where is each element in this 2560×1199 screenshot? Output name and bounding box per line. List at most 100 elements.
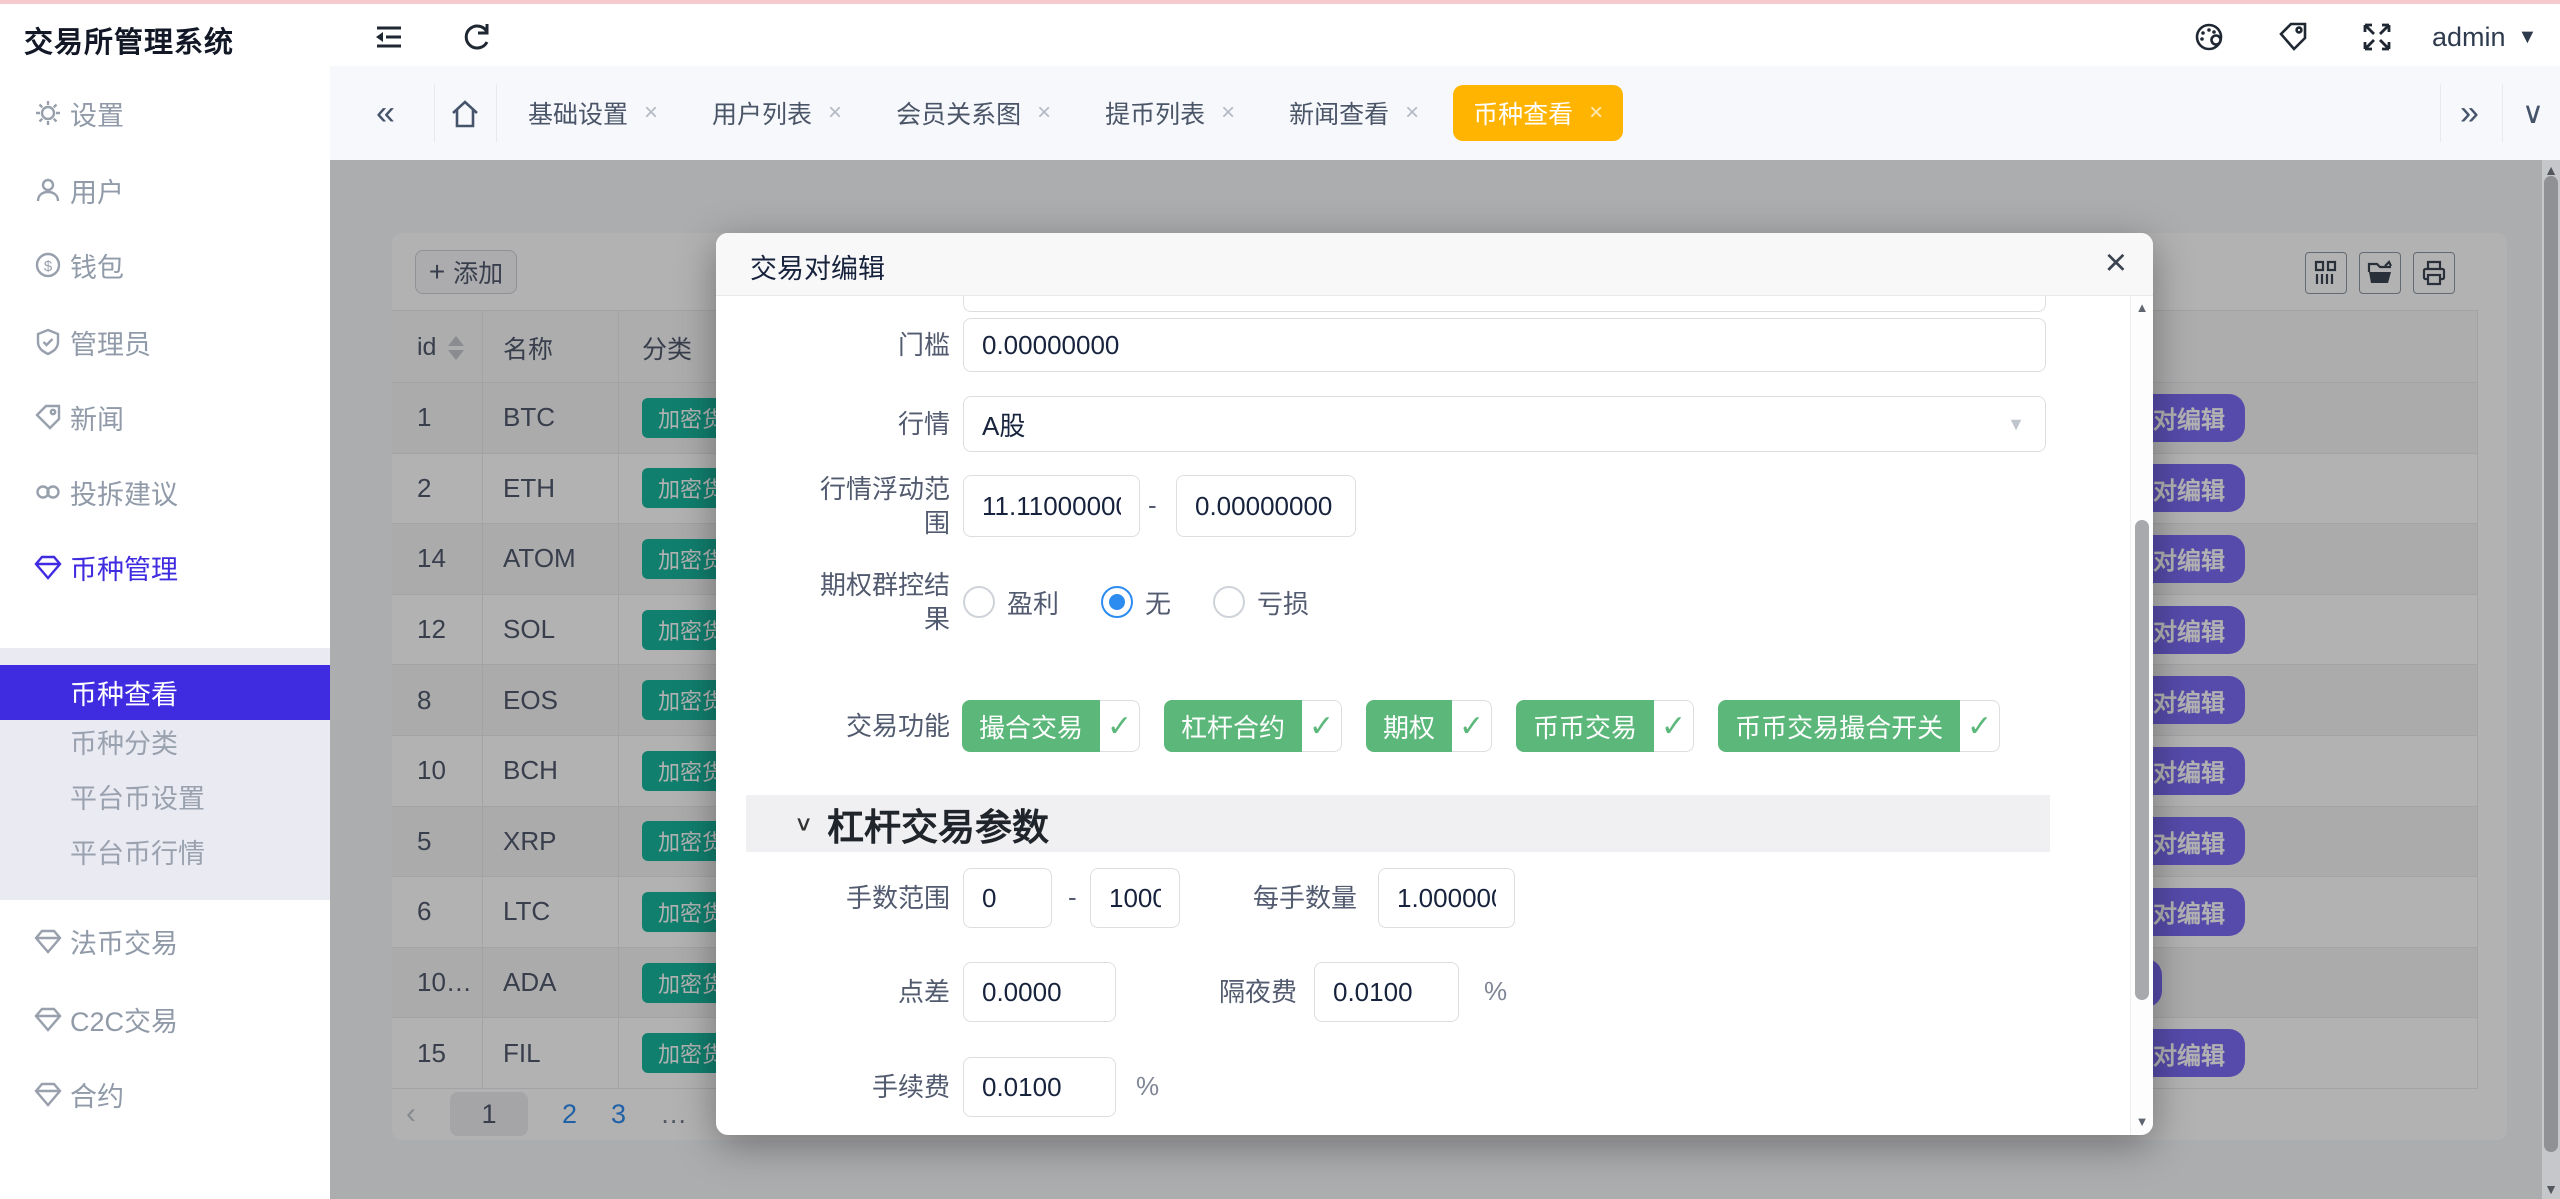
radio-circle [1101, 586, 1133, 618]
sidebar-item-8[interactable]: C2C交易 [0, 990, 330, 1048]
feature-toggle-3[interactable]: 币币交易 ✓ [1516, 700, 1694, 752]
field-label-lots-range: 手数范围 [810, 881, 950, 915]
float-range-max-input[interactable] [1176, 475, 1356, 537]
sidebar-subitem-1[interactable]: 币种分类 [0, 714, 330, 769]
refresh-icon[interactable] [460, 20, 494, 54]
tag-icon[interactable] [2276, 20, 2310, 54]
home-icon[interactable] [448, 97, 482, 131]
tab-4[interactable]: 新闻查看 × [1269, 85, 1439, 141]
check-icon: ✓ [1100, 700, 1140, 752]
field-label-fee: 手续费 [810, 1070, 950, 1104]
dialog-scrollbar[interactable]: ▲ ▼ [2130, 296, 2153, 1135]
fee-input[interactable] [963, 1057, 1116, 1117]
fullscreen-icon[interactable] [2360, 20, 2394, 54]
diamond-icon [32, 925, 64, 957]
trading-pair-edit-dialog: 交易对编辑 × 门槛 行情 A股 ▼ 行情浮动范围 - 期权群控结果 盈利 [716, 233, 2153, 1135]
threshold-input[interactable] [963, 318, 2046, 372]
tabs-row: 基础设置 × 用户列表 × 会员关系图 × 提币列表 × 新闻查看 × 币种查看… [508, 66, 1623, 160]
market-select-value: A股 [982, 406, 1025, 443]
dialog-scrollbar-thumb[interactable] [2135, 520, 2149, 1000]
scroll-down-icon[interactable]: ▼ [2542, 1181, 2560, 1197]
app-title: 交易所管理系统 [24, 19, 234, 61]
close-icon[interactable]: × [644, 99, 658, 127]
tag-icon [32, 401, 64, 433]
sidebar-item-4[interactable]: 新闻 [0, 388, 330, 446]
sidebar-item-2[interactable]: $ 钱包 [0, 236, 330, 294]
field-label-float-range: 行情浮动范围 [810, 472, 950, 540]
range-dash: - [1148, 490, 1157, 521]
menu-collapse-icon[interactable] [372, 20, 406, 54]
radio-option-2[interactable]: 亏损 [1213, 584, 1309, 621]
tabs-menu-icon[interactable]: ∨ [2522, 66, 2544, 160]
tabs-scroll-left-icon[interactable]: « [376, 66, 395, 160]
feature-toggle-0[interactable]: 撮合交易 ✓ [962, 700, 1140, 752]
close-icon[interactable]: × [1405, 99, 1419, 127]
tab-1[interactable]: 用户列表 × [692, 85, 862, 141]
market-select[interactable]: A股 ▼ [963, 396, 2046, 452]
range-dash: - [1068, 882, 1077, 913]
percent-unit: % [1484, 976, 1507, 1007]
spread-input[interactable] [963, 962, 1116, 1022]
chevron-down-icon: ∨ [794, 811, 813, 836]
lots-max-input[interactable] [1090, 868, 1180, 928]
app-root: 交易所管理系统 [0, 0, 2560, 1199]
feature-toggles: 撮合交易 ✓ 杠杆合约 ✓ 期权 ✓ 币币交易 ✓ 币币交易撮合开关 ✓ [962, 700, 2000, 752]
sidebar-subitem-0[interactable]: 币种查看 [0, 665, 330, 720]
field-label-threshold: 门槛 [810, 328, 950, 362]
float-range-min-input[interactable] [963, 475, 1140, 537]
check-icon: ✓ [1452, 700, 1492, 752]
feature-toggle-1[interactable]: 杠杆合约 ✓ [1164, 700, 1342, 752]
lots-min-input[interactable] [963, 868, 1052, 928]
admin-username: admin [2432, 22, 2506, 53]
sidebar-submenu: 币种查看 币种分类 平台币设置 平台币行情 [0, 648, 330, 900]
tabs-scroll-right-icon[interactable]: » [2460, 66, 2479, 160]
close-icon[interactable]: × [1221, 99, 1235, 127]
truncated-input[interactable] [963, 296, 2046, 312]
close-icon[interactable]: × [1589, 99, 1603, 127]
admin-menu[interactable]: admin ▼ [2432, 22, 2537, 53]
radio-option-0[interactable]: 盈利 [963, 584, 1059, 621]
sidebar: 设置 用户 $ 钱包 管理员 新闻 投拆建议 币种管理 币种查看 币种分类 平台… [0, 66, 330, 1199]
field-label-option-control: 期权群控结果 [810, 568, 950, 636]
close-icon[interactable]: × [2105, 241, 2127, 285]
theme-palette-icon[interactable] [2192, 20, 2226, 54]
scroll-down-icon[interactable]: ▼ [2131, 1114, 2153, 1129]
scroll-up-icon[interactable]: ▲ [2131, 300, 2153, 315]
overnight-fee-input[interactable] [1314, 962, 1459, 1022]
sidebar-item-9[interactable]: 合约 [0, 1065, 330, 1123]
separator [434, 84, 435, 142]
section-title: 杠杆交易参数 [827, 797, 1049, 851]
field-label-market: 行情 [810, 407, 950, 441]
separator [2502, 84, 2503, 142]
sidebar-subitem-3[interactable]: 平台币行情 [0, 824, 330, 879]
dialog-header: 交易对编辑 × [716, 233, 2153, 296]
radio-circle [1213, 586, 1245, 618]
sidebar-item-5[interactable]: 投拆建议 [0, 463, 330, 521]
sidebar-item-7[interactable]: 法币交易 [0, 912, 330, 970]
shield-icon [32, 326, 64, 358]
page-scrollbar[interactable]: ▲ ▼ [2542, 160, 2560, 1199]
gear-icon [32, 97, 64, 129]
per-lot-input[interactable] [1378, 868, 1515, 928]
close-icon[interactable]: × [1037, 99, 1051, 127]
feature-toggle-2[interactable]: 期权 ✓ [1366, 700, 1492, 752]
sidebar-item-3[interactable]: 管理员 [0, 313, 330, 371]
tab-3[interactable]: 提币列表 × [1085, 85, 1255, 141]
tab-bar: « 基础设置 × 用户列表 × 会员关系图 × 提币列表 × 新闻查看 × 币种… [330, 66, 2560, 160]
sidebar-item-6[interactable]: 币种管理 [0, 538, 330, 596]
radio-option-1[interactable]: 无 [1101, 584, 1171, 621]
close-icon[interactable]: × [828, 99, 842, 127]
page-scrollbar-thumb[interactable] [2544, 176, 2558, 1152]
sidebar-subitem-2[interactable]: 平台币设置 [0, 769, 330, 824]
leverage-section-header[interactable]: ∨ 杠杆交易参数 [746, 795, 2050, 852]
link-icon [32, 476, 64, 508]
tab-5[interactable]: 币种查看 × [1453, 85, 1623, 141]
option-control-radios: 盈利 无 亏损 [963, 574, 1309, 630]
sidebar-item-0[interactable]: 设置 [0, 84, 330, 142]
user-icon [32, 174, 64, 206]
tab-2[interactable]: 会员关系图 × [876, 85, 1071, 141]
tab-0[interactable]: 基础设置 × [508, 85, 678, 141]
sidebar-item-1[interactable]: 用户 [0, 161, 330, 219]
feature-toggle-4[interactable]: 币币交易撮合开关 ✓ [1718, 700, 2000, 752]
radio-circle [963, 586, 995, 618]
